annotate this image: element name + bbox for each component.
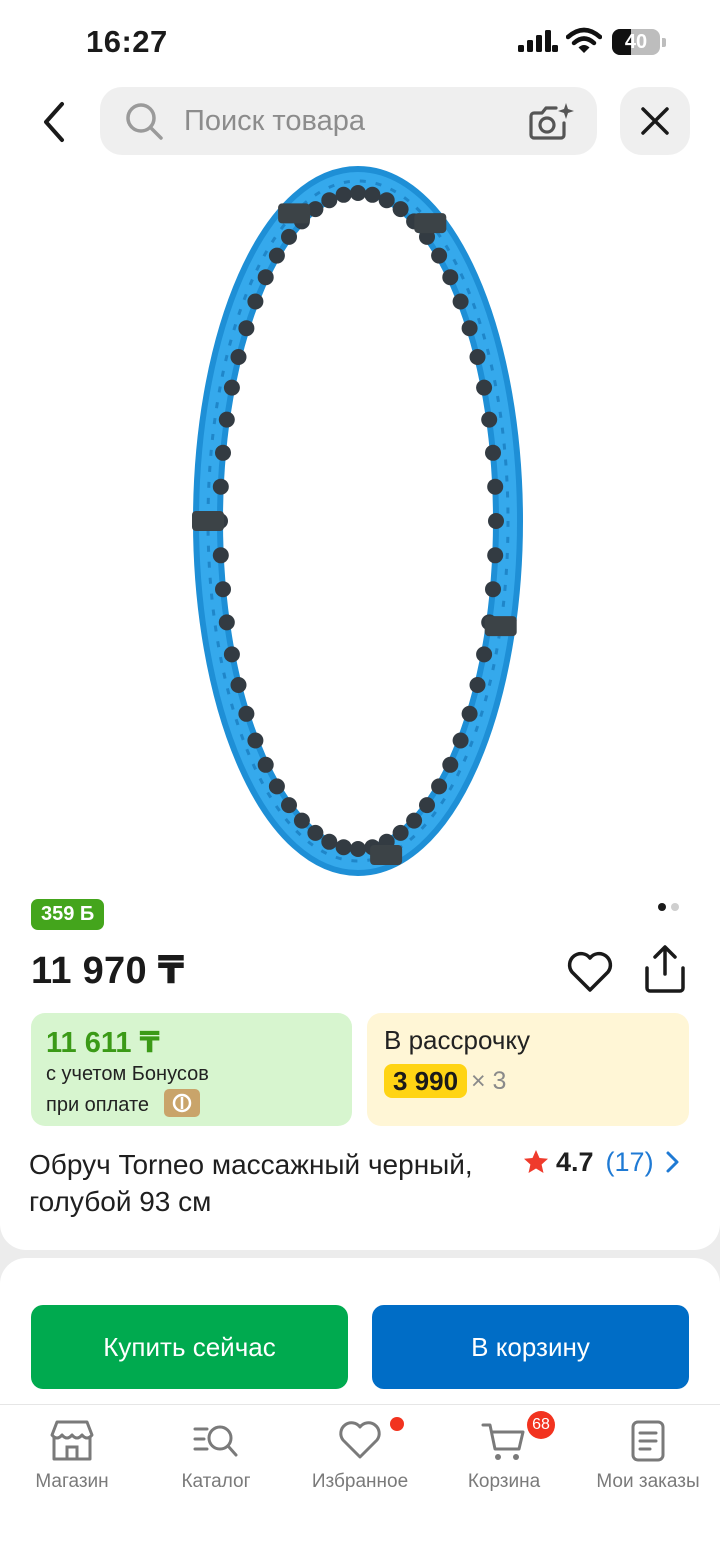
back-arrow-icon	[44, 102, 64, 142]
bottom-navigation: Магазин Каталог Избранное Корзина Мои за…	[0, 1404, 720, 1558]
bonus-price: 11 611 ₸	[46, 1027, 160, 1059]
nav-item-catalog[interactable]: Каталог	[144, 1405, 288, 1515]
add-to-cart-button[interactable]: В корзину	[372, 1305, 689, 1389]
favorites-notification-dot	[390, 1417, 404, 1431]
rating-value: 4.7	[556, 1146, 594, 1177]
star-icon	[524, 1150, 548, 1173]
nav-item-store[interactable]: Магазин	[0, 1405, 144, 1515]
wifi-icon	[566, 27, 602, 53]
cart-icon	[481, 1423, 525, 1460]
camera-icon[interactable]	[528, 101, 574, 141]
product-title: Обруч Torneo массажный черный, голубой 9…	[29, 1149, 473, 1217]
rating-link[interactable]: 4.7 (17)	[523, 1144, 680, 1180]
product-image[interactable]	[0, 166, 720, 884]
nav-label-store: Магазин	[35, 1471, 109, 1492]
pager-dot[interactable]	[658, 903, 666, 911]
signal-icon	[518, 30, 558, 52]
status-time: 16:27	[86, 24, 168, 59]
nav-label-cart: Корзина	[467, 1471, 541, 1492]
share-icon[interactable]	[642, 944, 688, 994]
product-price: 11 970 ₸	[31, 950, 185, 992]
top-header: Поиск товара	[0, 84, 720, 166]
heart-icon[interactable]	[566, 950, 614, 994]
hula-hoop-image	[192, 166, 523, 876]
installment-amount: 3 990	[384, 1064, 468, 1098]
pager-dot[interactable]	[671, 903, 679, 911]
nav-label-orders: Мои заказы	[596, 1471, 700, 1492]
search-bar[interactable]: Поиск товара	[100, 87, 597, 155]
close-icon	[641, 107, 669, 135]
back-button[interactable]	[28, 94, 80, 150]
purchase-actions: Купить сейчас В корзину	[0, 1258, 720, 1404]
battery-icon: 40	[612, 29, 666, 55]
close-button[interactable]	[620, 87, 690, 155]
heart-icon	[339, 1421, 381, 1459]
nav-item-favorites[interactable]: Избранное	[288, 1405, 432, 1515]
bonus-payment-caption: при оплате	[46, 1094, 150, 1116]
bonus-coin-icon	[164, 1089, 200, 1117]
search-input[interactable]: Поиск товара	[184, 87, 514, 155]
installment-times: × 3	[471, 1067, 507, 1095]
bonus-caption: с учетом Бонусов	[46, 1063, 209, 1085]
status-bar: 16:27 40	[0, 0, 720, 84]
search-icon	[126, 103, 163, 140]
orders-icon	[631, 1420, 665, 1462]
nav-label-favorites: Избранное	[311, 1471, 409, 1492]
nav-item-orders[interactable]: Мои заказы	[576, 1405, 720, 1515]
buy-now-button[interactable]: Купить сейчас	[31, 1305, 348, 1389]
bonus-points-badge: 359 Б	[31, 899, 105, 930]
gallery-pager	[658, 903, 684, 913]
product-info-card: 359 Б 11 970 ₸ 11 611 ₸ с учетом Бонусов…	[0, 884, 720, 1250]
reviews-count: (17)	[605, 1146, 654, 1177]
installment-card[interactable]: В рассрочку 3 990 × 3	[367, 1013, 689, 1126]
cart-count-badge: 68	[527, 1411, 555, 1439]
nav-label-catalog: Каталог	[181, 1471, 251, 1492]
battery-level: 40	[624, 31, 648, 53]
installment-title: В рассрочку	[384, 1025, 531, 1055]
bonus-price-card[interactable]: 11 611 ₸ с учетом Бонусов при оплате	[31, 1013, 352, 1126]
chevron-right-icon	[666, 1151, 679, 1173]
store-icon	[50, 1420, 94, 1461]
catalog-search-icon	[193, 1425, 238, 1457]
product-page: 16:27 40 Поиск товара 359 Б 11 970 ₸ 11 …	[0, 0, 720, 1558]
